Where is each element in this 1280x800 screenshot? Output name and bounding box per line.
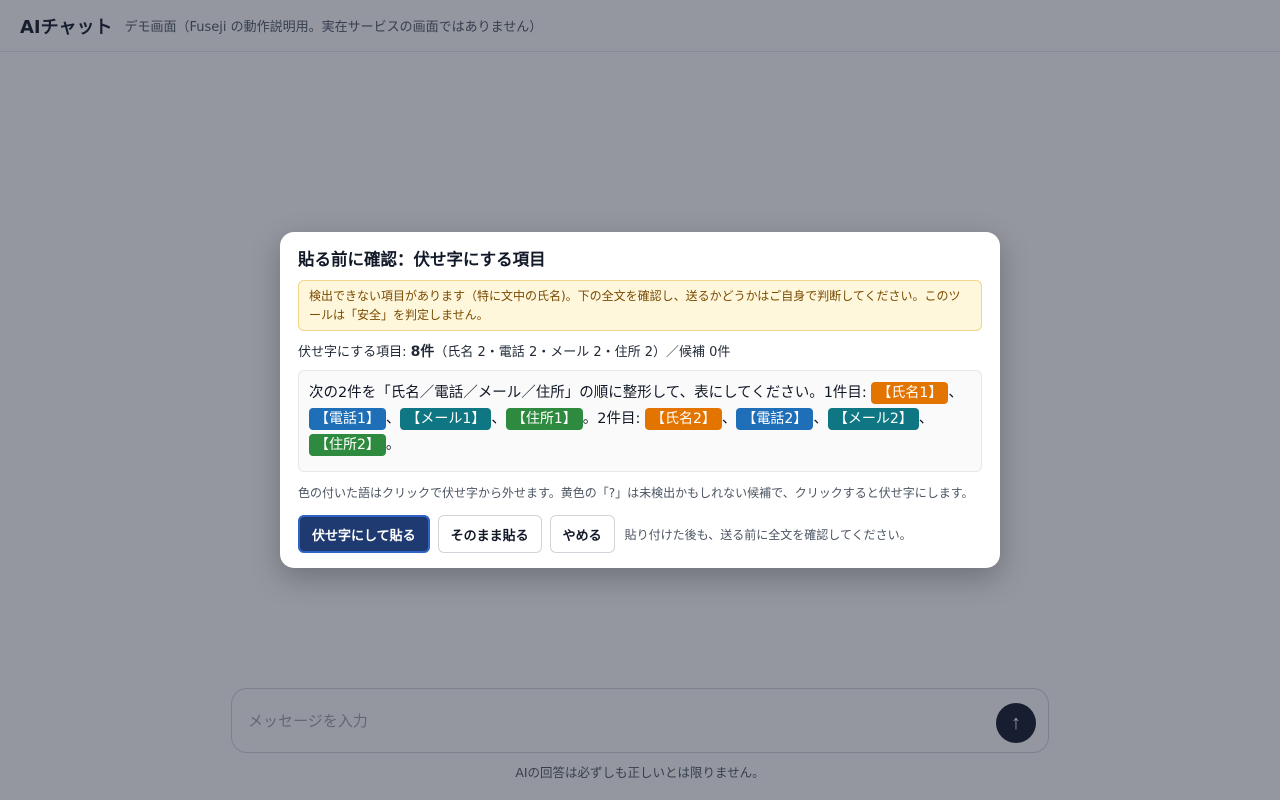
preview-separator: 、 (491, 411, 506, 427)
masked-chip-address-2[interactable]: 【住所2】 (309, 434, 386, 456)
paste-confirm-dialog: 貼る前に確認：伏せ字にする項目 検出できない項目があります（特に文中の氏名)。下… (280, 232, 1000, 568)
masked-chip-mail-2[interactable]: 【メール2】 (827, 408, 919, 430)
masked-text-preview: 次の2件を「氏名／電話／メール／住所」の順に整形して、表にしてください。1件目:… (298, 370, 982, 472)
masked-chip-mail-1[interactable]: 【メール1】 (400, 408, 492, 430)
preview-separator: 、 (721, 411, 737, 427)
summary-label: 伏せ字にする項目: (298, 345, 411, 360)
masked-chip-address-1[interactable]: 【住所1】 (505, 408, 583, 430)
after-paste-note: 貼り付けた後も、送る前に全文を確認してください。 (624, 527, 912, 542)
summary-count: 8件 (410, 344, 435, 360)
preview-separator: 、 (948, 385, 963, 401)
masked-chip-phone-1[interactable]: 【電話1】 (309, 408, 386, 430)
dialog-actions: 伏せ字にして貼る そのまま貼る やめる 貼り付けた後も、送る前に全文を確認してく… (298, 515, 982, 553)
preview-separator: 、 (813, 411, 828, 427)
dialog-title: 貼る前に確認：伏せ字にする項目 (298, 250, 546, 269)
preview-text: 次の2件を「氏名／電話／メール／住所」の順に整形して、表にしてください。1件目: (309, 385, 872, 401)
preview-text: 。2件目: (582, 411, 645, 427)
warning-banner: 検出できない項目があります（特に文中の氏名)。下の全文を確認し、送るかどうかはご… (298, 280, 982, 331)
cancel-button[interactable]: やめる (549, 515, 615, 553)
preview-text: 。 (385, 437, 401, 453)
masked-chip-name-2[interactable]: 【氏名2】 (645, 408, 722, 430)
mask-summary: 伏せ字にする項目: 8件（氏名 2・電話 2・メール 2・住所 2）／候補 0件 (298, 342, 982, 362)
summary-detail: （氏名 2・電話 2・メール 2・住所 2）／候補 0件 (434, 345, 731, 360)
preview-separator: 、 (385, 411, 401, 427)
plain-paste-button[interactable]: そのまま貼る (437, 515, 542, 553)
masked-chip-name-1[interactable]: 【氏名1】 (871, 382, 949, 404)
chip-hint: 色の付いた語はクリックで伏せ字から外せます。黄色の「?」は未検出かもしれない候補… (298, 486, 974, 500)
masked-paste-button[interactable]: 伏せ字にして貼る (298, 515, 430, 553)
masked-chip-phone-2[interactable]: 【電話2】 (736, 408, 814, 430)
preview-separator: 、 (918, 411, 934, 427)
